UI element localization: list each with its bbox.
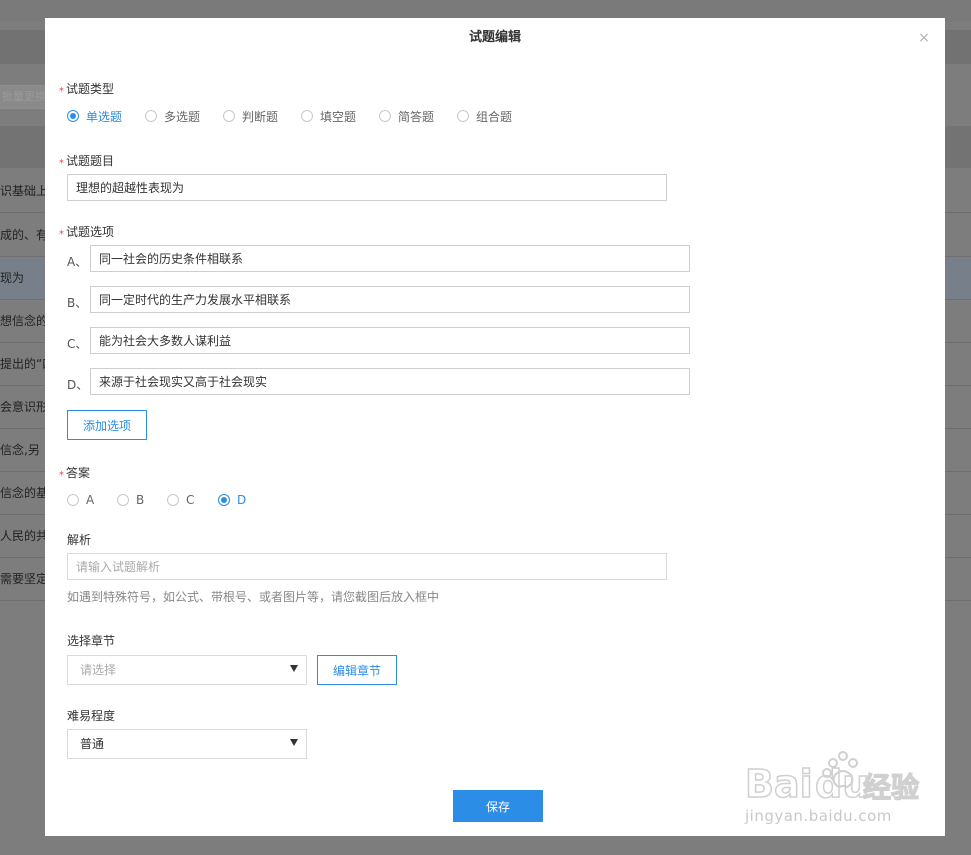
option-letter: A、 xyxy=(67,255,88,269)
table-row-text: 想信念的 xyxy=(0,314,46,328)
option-a-input[interactable] xyxy=(90,245,690,272)
baidu-watermark: Bai du 经验 jingyan.baidu.com xyxy=(745,745,925,835)
required-mark: * xyxy=(59,86,64,97)
difficulty-select[interactable]: 普通 xyxy=(67,729,307,759)
answer-radio-a[interactable]: A xyxy=(67,492,94,508)
required-mark: * xyxy=(59,158,64,169)
answer-radio-d[interactable]: D xyxy=(218,492,246,508)
option-d-input[interactable] xyxy=(90,368,690,395)
table-row-text: 人民的共 xyxy=(0,529,46,543)
radio-multiple-choice[interactable]: 多选题 xyxy=(145,108,200,124)
option-b-input[interactable] xyxy=(90,286,690,313)
watermark-url: jingyan.baidu.com xyxy=(745,807,892,825)
radio-dot xyxy=(145,110,157,122)
question-options-label: * 试题选项 xyxy=(59,223,114,240)
analysis-label: 解析 xyxy=(67,533,92,547)
baidu-jingyan-logo: Bai du 经验 xyxy=(745,751,920,805)
question-options-label-text: 试题选项 xyxy=(66,225,115,239)
answer-radio-c[interactable]: C xyxy=(167,492,194,508)
question-type-label-text: 试题类型 xyxy=(66,82,115,96)
radio-dot xyxy=(379,110,391,122)
save-button[interactable]: 保存 xyxy=(453,790,543,822)
table-row-text: 信念,另 xyxy=(0,443,40,457)
svg-text:du: du xyxy=(815,762,869,805)
radio-single-choice[interactable]: 单选题 xyxy=(67,108,122,124)
radio-short-answer[interactable]: 简答题 xyxy=(379,108,434,124)
option-letter: C、 xyxy=(67,337,88,351)
radio-label: C xyxy=(186,493,195,507)
answer-radio-b[interactable]: B xyxy=(117,492,144,508)
table-row-text: 提出的“四 xyxy=(0,357,46,371)
analysis-hint: 如遇到特殊符号，如公式、带根号、或者图片等，请您截图后放入框中 xyxy=(67,590,440,604)
radio-label: 单选题 xyxy=(86,109,123,124)
analysis-input[interactable] xyxy=(67,553,667,580)
dialog-title: 试题编辑 xyxy=(468,30,521,45)
background-batch-change-text: 批量更换章节 xyxy=(2,90,45,103)
svg-text:经验: 经验 xyxy=(863,771,919,804)
radio-label: D xyxy=(237,493,247,507)
table-row-text: 会意识形 xyxy=(0,400,46,414)
option-c-input[interactable] xyxy=(90,327,690,354)
radio-label: 判断题 xyxy=(242,109,279,124)
radio-dot xyxy=(167,494,179,506)
radio-compound[interactable]: 组合题 xyxy=(457,108,512,124)
radio-dot xyxy=(117,494,129,506)
radio-fill-blank[interactable]: 填空题 xyxy=(301,108,356,124)
difficulty-select-value: 普通 xyxy=(80,737,105,751)
chevron-down-icon xyxy=(290,739,298,746)
table-row-text: 现为 xyxy=(0,271,25,285)
question-type-label: * 试题类型 xyxy=(59,80,114,97)
answer-label-text: 答案 xyxy=(66,466,91,480)
chapter-label: 选择章节 xyxy=(67,634,116,648)
radio-true-false[interactable]: 判断题 xyxy=(223,108,278,124)
answer-label: * 答案 xyxy=(59,464,90,481)
background-batch-change-field: 批量更换章节 xyxy=(0,85,46,109)
radio-dot xyxy=(301,110,313,122)
chapter-select[interactable]: 请选择 xyxy=(67,655,307,685)
question-stem-label-text: 试题题目 xyxy=(66,154,115,168)
table-row-text: 识基础上 xyxy=(0,184,46,198)
table-row-text: 需要坚定 xyxy=(0,572,46,586)
required-mark: * xyxy=(59,470,64,481)
table-row-text: 信念的基 xyxy=(0,486,46,500)
chevron-down-icon xyxy=(290,665,298,672)
question-stem-input[interactable] xyxy=(67,174,667,201)
close-icon[interactable]: × xyxy=(917,31,931,45)
edit-chapter-button[interactable]: 编辑章节 xyxy=(317,655,397,685)
radio-label: 填空题 xyxy=(320,109,357,124)
radio-dot xyxy=(218,494,230,506)
question-stem-label: * 试题题目 xyxy=(59,152,114,169)
option-letter: D、 xyxy=(67,378,89,392)
question-edit-dialog: 试题编辑 × * 试题类型 单选题 多选题 判断题 填空题 简答题 组合题 * 试题… xyxy=(45,18,945,836)
option-letter: B、 xyxy=(67,296,88,310)
radio-dot xyxy=(67,494,79,506)
radio-dot xyxy=(67,110,79,122)
radio-dot xyxy=(457,110,469,122)
radio-label: 多选题 xyxy=(164,109,201,124)
radio-label: A xyxy=(86,493,95,507)
radio-dot xyxy=(223,110,235,122)
required-mark: * xyxy=(59,229,64,240)
difficulty-label: 难易程度 xyxy=(67,709,116,723)
add-option-button[interactable]: 添加选项 xyxy=(67,410,147,440)
radio-label: 简答题 xyxy=(398,109,435,124)
svg-text:Bai: Bai xyxy=(745,762,813,805)
radio-label: 组合题 xyxy=(476,109,513,124)
chapter-select-placeholder: 请选择 xyxy=(80,663,117,677)
table-row-text: 成的、有 xyxy=(0,228,46,242)
radio-label: B xyxy=(136,493,145,507)
